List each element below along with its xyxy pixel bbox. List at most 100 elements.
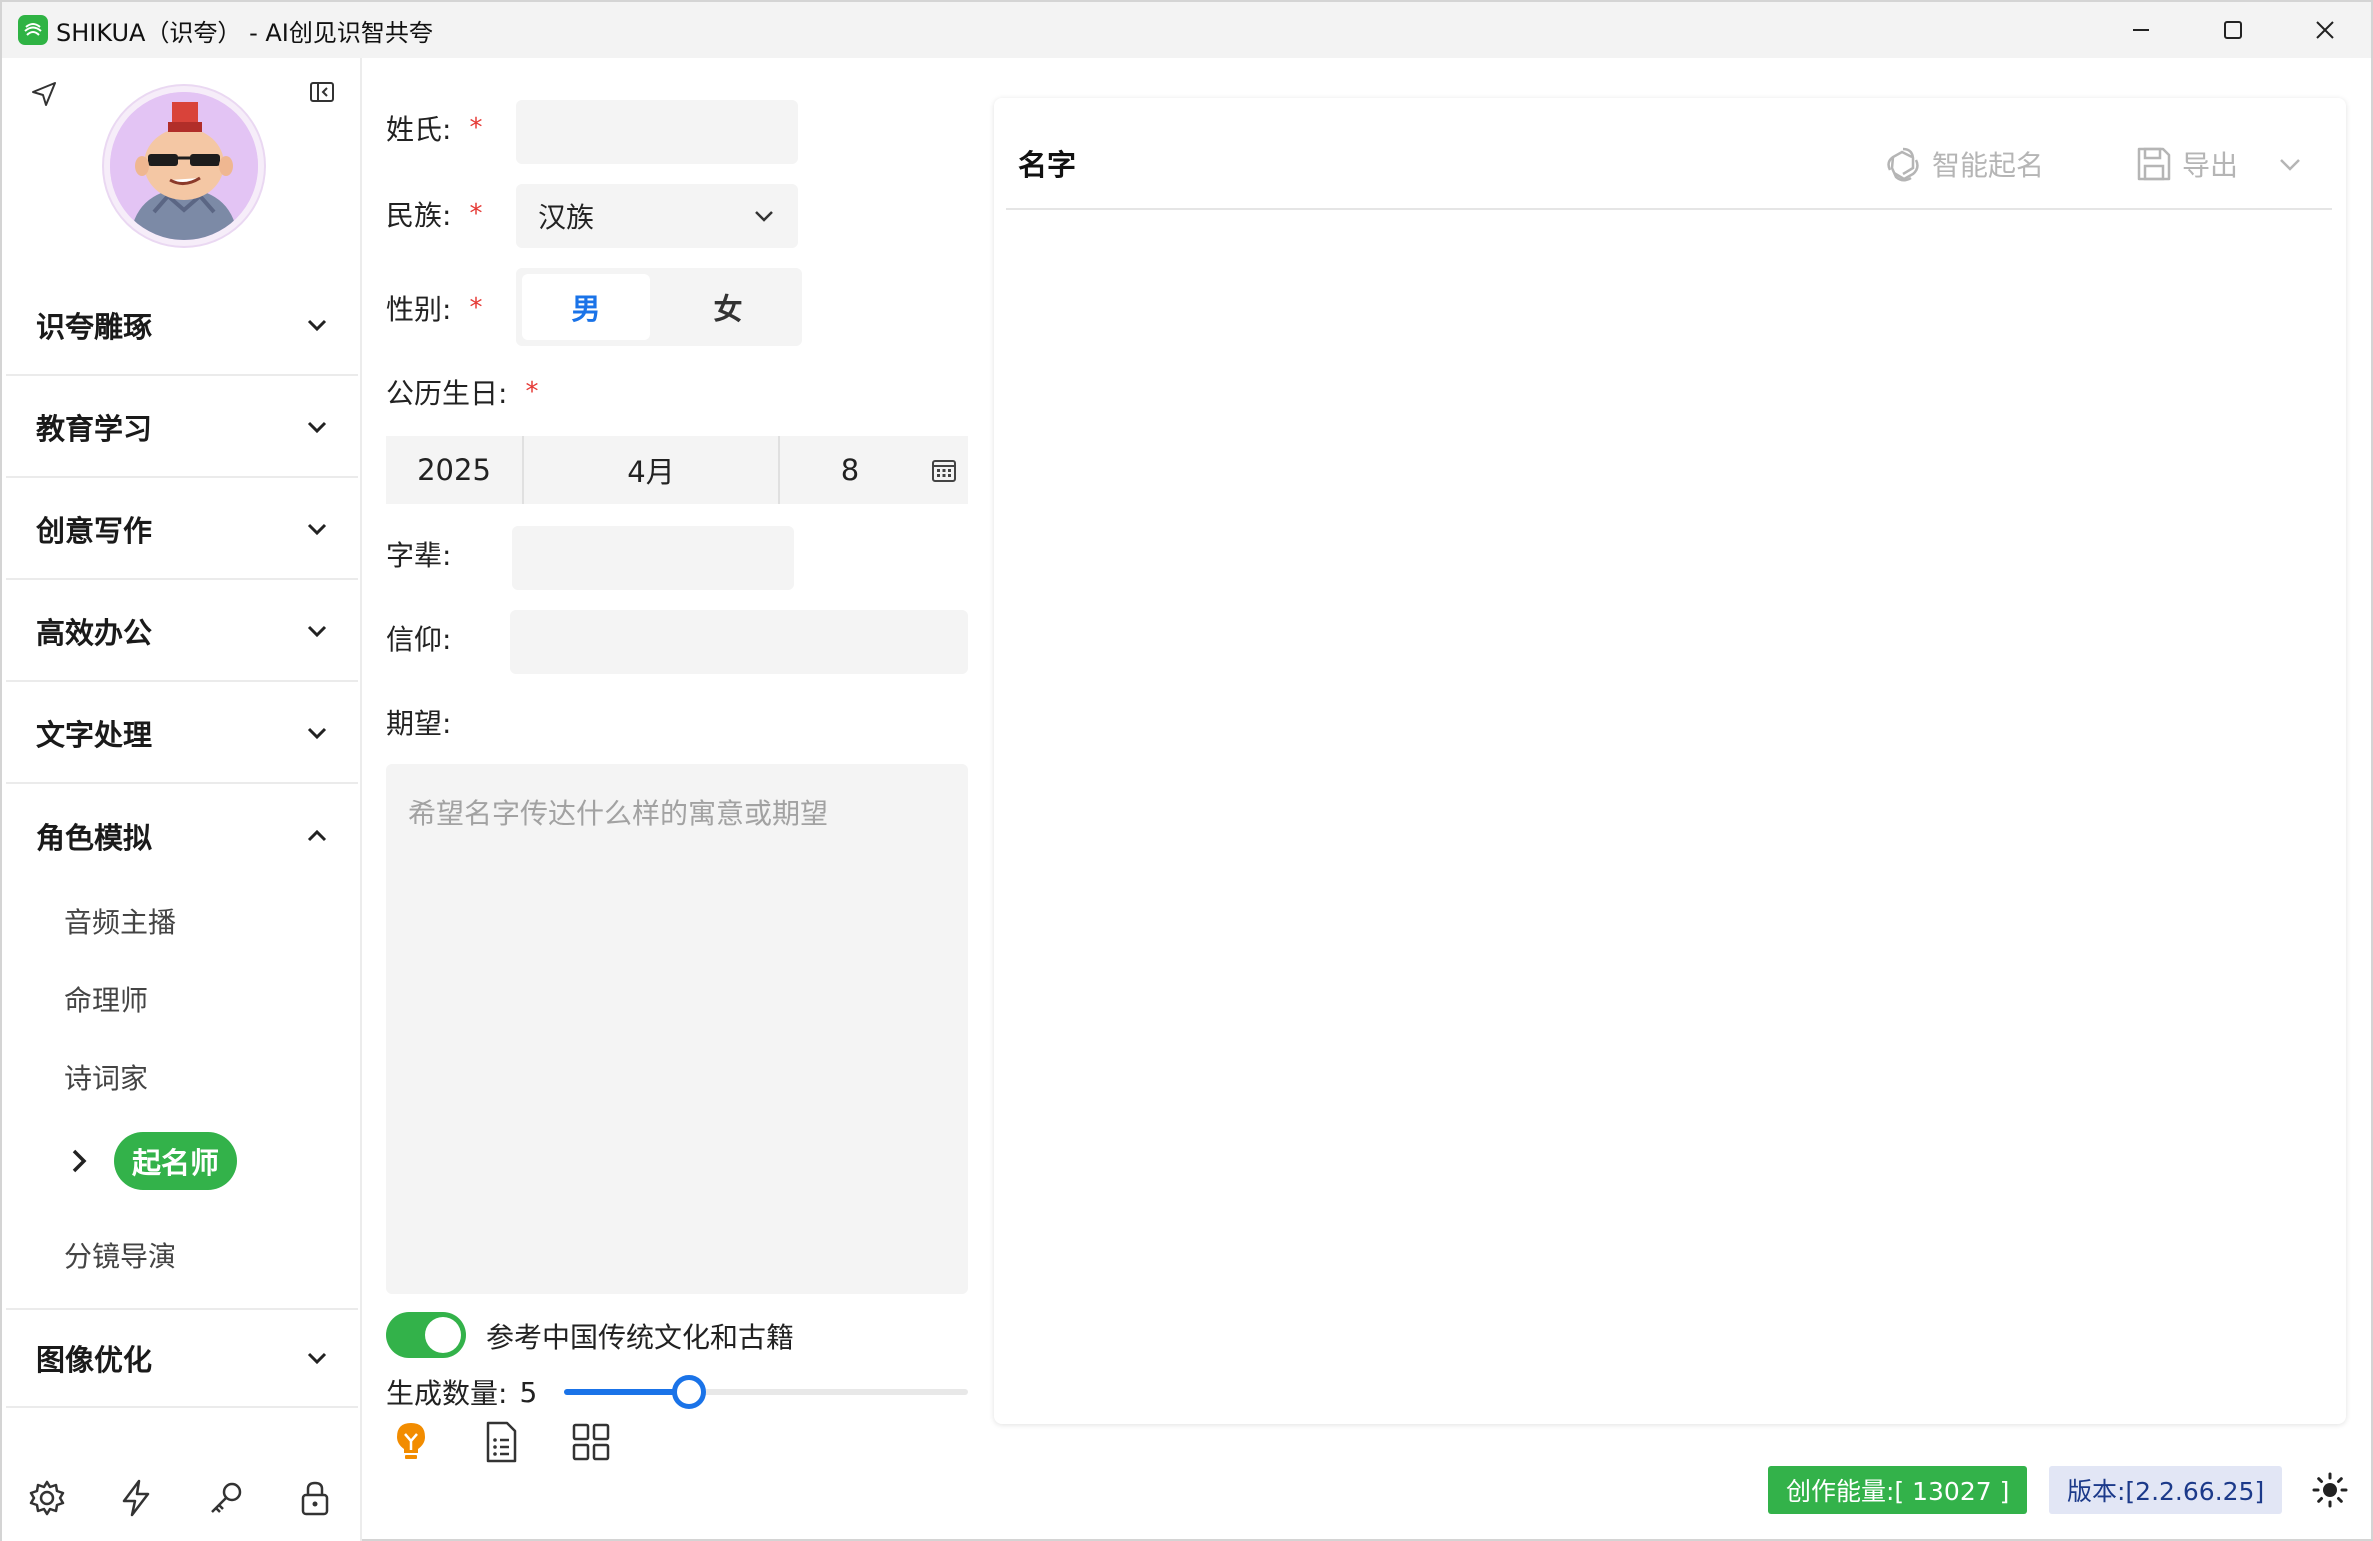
generation-input[interactable]: [512, 526, 794, 590]
required-mark: *: [469, 113, 483, 143]
sidebar-item-fortune-teller[interactable]: 命理师: [64, 974, 148, 1024]
gender-option-female[interactable]: 女: [664, 274, 792, 340]
sidebar-item-poet[interactable]: 诗词家: [64, 1052, 148, 1102]
birth-month-field[interactable]: 4月: [524, 436, 778, 504]
birth-day-field[interactable]: 8: [780, 436, 920, 504]
chevron-up-icon: [307, 829, 327, 842]
gender-segmented-control: 男 女: [516, 268, 802, 346]
gender-option-male[interactable]: 男: [522, 274, 650, 340]
collapse-sidebar-icon[interactable]: [304, 74, 340, 110]
nav-section-label: 教育学习: [36, 412, 153, 446]
grid-icon: [572, 1423, 610, 1461]
sidebar-item-audio-host[interactable]: 音频主播: [64, 896, 176, 946]
nav-section-creative-writing[interactable]: 创意写作: [6, 480, 358, 580]
nav-section-shikua-polish[interactable]: 识夸雕琢: [6, 276, 358, 376]
api-key-button[interactable]: [181, 1458, 271, 1538]
window-title: SHIKUA（识夸） - AI创见识智共夸: [56, 18, 433, 47]
nav-section-label: 图像优化: [36, 1343, 153, 1377]
nav-section-label: 文字处理: [36, 718, 153, 752]
save-icon: [2137, 147, 2171, 181]
sidebar-item-storyboard-director[interactable]: 分镜导演: [64, 1230, 176, 1280]
energy-badge: 创作能量:[ 13027 ]: [1768, 1466, 2028, 1514]
reference-culture-toggle[interactable]: [386, 1312, 466, 1358]
title-bar: SHIKUA（识夸） - AI创见识智共夸: [2, 2, 2371, 58]
birthday-picker: 2025 4月 8: [386, 436, 968, 504]
chevron-down-icon: [307, 727, 327, 740]
bolt-icon: [123, 1479, 150, 1517]
expectation-label: 期望:: [386, 707, 452, 740]
required-mark: *: [469, 199, 483, 229]
expectation-textarea[interactable]: 希望名字传达什么样的寓意或期望: [386, 764, 968, 1294]
nav-section-role-play[interactable]: 角色模拟: [6, 786, 358, 886]
export-button[interactable]: 导出: [2134, 134, 2238, 194]
maximize-icon: [2224, 21, 2242, 39]
result-title: 名字: [1018, 148, 1077, 182]
key-icon: [210, 1482, 241, 1513]
energy-button[interactable]: [92, 1458, 182, 1538]
active-item-pill: 起名师: [114, 1132, 238, 1190]
sidebar-toolbar: [2, 1458, 360, 1538]
chevron-down-icon: [307, 523, 327, 536]
template-list-button[interactable]: [456, 1402, 546, 1482]
birth-year-field[interactable]: 2025: [386, 436, 522, 504]
result-panel: 名字 智能起名 导出: [994, 98, 2346, 1424]
smart-naming-button[interactable]: 智能起名: [1882, 134, 2044, 194]
toggle-knob: [425, 1317, 461, 1353]
generation-label: 字辈:: [386, 539, 452, 572]
form-toolbar: [366, 1402, 636, 1482]
chevron-down-icon: [307, 319, 327, 332]
calendar-icon: [932, 460, 956, 482]
gender-label: 性别: *: [386, 293, 483, 326]
close-icon: [2316, 21, 2334, 39]
nav-section-office[interactable]: 高效办公: [6, 582, 358, 682]
chevron-right-icon: [72, 1149, 87, 1173]
slider-fill: [564, 1389, 690, 1395]
birthday-label: 公历生日: *: [386, 377, 539, 410]
nav-section-education[interactable]: 教育学习: [6, 378, 358, 478]
ethnicity-label: 民族: *: [386, 199, 483, 232]
ethnicity-value: 汉族: [538, 201, 595, 234]
nav-section-label: 高效办公: [36, 616, 153, 650]
app-window: SHIKUA（识夸） - AI创见识智共夸 识夸雕琢 教育学习 创意写作 高效办…: [0, 0, 2373, 1541]
theme-toggle-button[interactable]: [2307, 1467, 2353, 1513]
lock-button[interactable]: [271, 1458, 361, 1538]
sidebar-item-namer[interactable]: 起名师: [68, 1132, 238, 1190]
apps-grid-button[interactable]: [546, 1402, 636, 1482]
ethnicity-select[interactable]: 汉族: [516, 184, 798, 248]
tips-button[interactable]: [366, 1402, 456, 1482]
minimize-icon: [2133, 29, 2149, 31]
document-list-icon: [486, 1421, 517, 1463]
sun-icon: [2312, 1472, 2348, 1508]
smart-naming-label: 智能起名: [1932, 149, 2045, 182]
calendar-button[interactable]: [920, 436, 968, 504]
window-controls: [2095, 2, 2371, 58]
lightbulb-icon: [397, 1423, 425, 1459]
close-button[interactable]: [2279, 2, 2371, 58]
nav-section-label: 创意写作: [36, 514, 153, 548]
settings-button[interactable]: [2, 1458, 92, 1538]
surname-input[interactable]: [516, 100, 798, 164]
faith-input[interactable]: [510, 610, 968, 674]
sidebar: 识夸雕琢 教育学习 创意写作 高效办公 文字处理 角色模拟 音频主播 命理师 诗…: [2, 58, 362, 1541]
export-dropdown-button[interactable]: [2276, 134, 2312, 194]
reference-culture-label: 参考中国传统文化和古籍: [486, 1321, 795, 1354]
chevron-down-icon: [307, 625, 327, 638]
version-badge: 版本:[2.2.66.25]: [2049, 1466, 2283, 1514]
maximize-button[interactable]: [2187, 2, 2279, 58]
required-mark: *: [525, 377, 539, 407]
slider-thumb[interactable]: [672, 1375, 707, 1409]
chevron-down-icon: [755, 211, 773, 222]
avatar[interactable]: [104, 86, 264, 246]
openai-icon: [1887, 147, 1919, 182]
surname-label: 姓氏: *: [386, 113, 483, 146]
nav-section-text-processing[interactable]: 文字处理: [6, 684, 358, 784]
nav-section-image-optimize[interactable]: 图像优化: [6, 1308, 358, 1408]
faith-label: 信仰:: [386, 623, 452, 656]
chevron-down-icon: [307, 421, 327, 434]
count-slider[interactable]: [564, 1375, 968, 1409]
lock-icon: [302, 1481, 329, 1516]
minimize-button[interactable]: [2095, 2, 2187, 58]
send-icon[interactable]: [26, 76, 62, 112]
export-label: 导出: [2182, 149, 2239, 182]
chevron-down-icon: [307, 1352, 327, 1365]
